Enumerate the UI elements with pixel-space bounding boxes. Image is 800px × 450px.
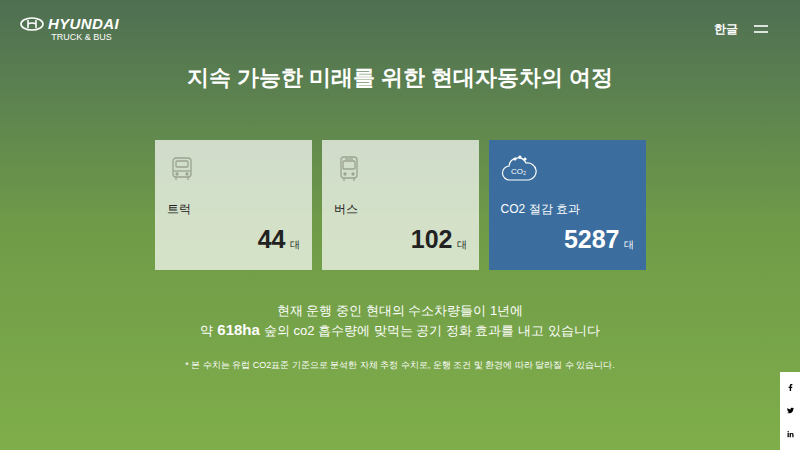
language-toggle[interactable]: 한글	[714, 20, 738, 38]
stat-card: 트럭 44 대	[155, 140, 312, 270]
stat-label: 트럭	[167, 200, 300, 218]
social-bar	[780, 372, 800, 450]
header: HYUNDAITRUCK & BUS 한글	[0, 0, 800, 43]
stat-label: 버스	[334, 200, 467, 218]
menu-icon[interactable]	[754, 24, 768, 34]
facebook-icon[interactable]	[787, 384, 794, 391]
logo[interactable]: HYUNDAITRUCK & BUS	[20, 16, 119, 43]
co2-cloud-icon: CO₂	[501, 154, 537, 184]
summary: 현재 운행 중인 현대의 수소차량들이 1년에약618ha숲의 co2 흡수량에…	[0, 302, 800, 341]
twitter-icon[interactable]	[787, 407, 794, 414]
stat-card: 버스 102 대	[322, 140, 479, 270]
linkedin-icon[interactable]	[787, 431, 794, 438]
hyundai-logo-icon	[20, 17, 44, 31]
stat-unit: 대	[290, 237, 300, 252]
stat-unit: 대	[624, 237, 634, 252]
stats: 트럭 44 대 버스 102 대 CO₂ CO2 절감 효과 5287 대	[0, 140, 800, 270]
stat-unit: 대	[457, 237, 467, 252]
truck-icon	[167, 154, 197, 184]
page-title: 지속 가능한 미래를 위한 현대자동차의 여정	[0, 61, 800, 94]
stat-card: CO₂ CO2 절감 효과 5287 대	[489, 140, 646, 270]
footnote: * 본 수치는 유럽 CO2표준 기준으로 분석한 자체 추정 수치로, 운행 …	[0, 359, 800, 373]
stat-label: CO2 절감 효과	[501, 200, 634, 218]
stat-value: 102	[411, 224, 453, 254]
stat-value: 44	[258, 224, 286, 254]
page: HYUNDAITRUCK & BUS 한글지속 가능한 미래를 위한 현대자동차의…	[0, 0, 800, 450]
stat-value: 5287	[564, 224, 620, 254]
bus-icon	[334, 154, 364, 184]
